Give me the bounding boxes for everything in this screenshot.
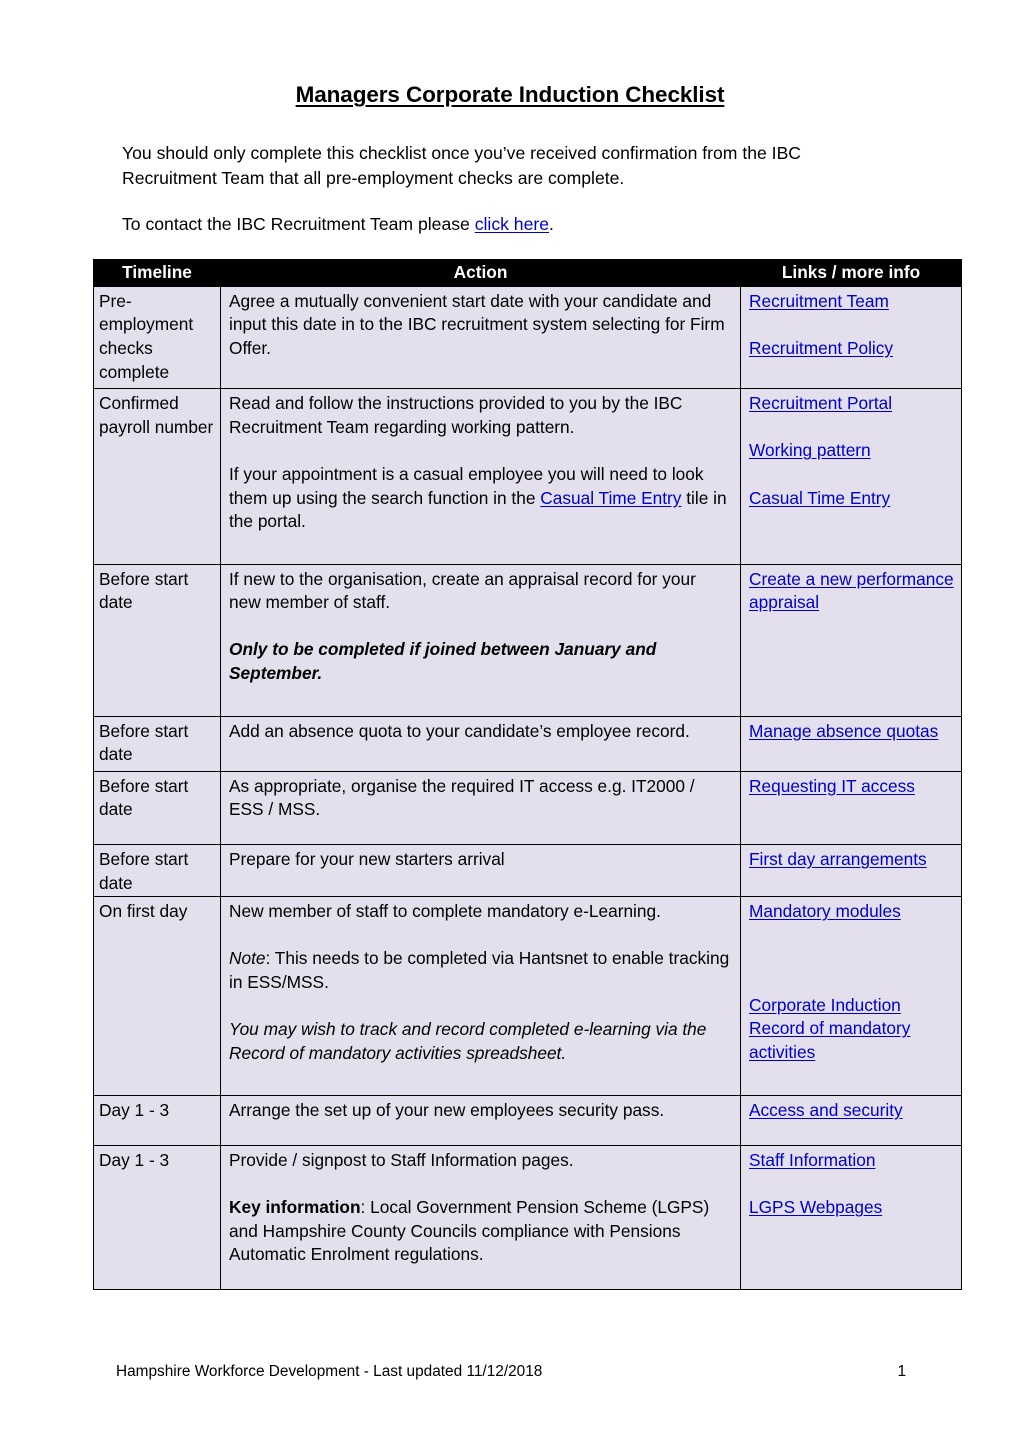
cell-timeline: Before start date [93, 563, 221, 717]
action-paragraph: Add an absence quota to your candidate’s… [229, 720, 690, 741]
link-first-day-arrangements[interactable]: First day arrangements [749, 848, 955, 872]
link-working-pattern[interactable]: Working pattern [749, 439, 955, 463]
cell-action: Agree a mutually convenient start date w… [220, 285, 741, 390]
cell-action: Provide / signpost to Staff Information … [220, 1144, 741, 1290]
cell-timeline: Day 1 - 3 [93, 1095, 221, 1146]
cell-action: Read and follow the instructions provide… [220, 388, 741, 565]
table-row: Day 1 - 3 Provide / signpost to Staff In… [93, 1144, 962, 1290]
link-mandatory-modules[interactable]: Mandatory modules [749, 900, 955, 924]
action-note-text: : This needs to be completed via Hantsne… [229, 948, 730, 992]
action-paragraph: Arrange the set up of your new employees… [229, 1100, 665, 1121]
action-key-information-label: Key information [229, 1197, 361, 1218]
action-paragraph-emphasis: You may wish to track and record complet… [229, 1019, 707, 1063]
cell-links: First day arrangements [740, 844, 962, 898]
link-manage-absence-quotas[interactable]: Manage absence quotas [749, 720, 955, 744]
intro-text-1: You should only complete this checklist … [122, 143, 802, 188]
action-paragraph: If your appointment is a casual employee… [229, 463, 732, 534]
action-note-label: Note [229, 948, 266, 969]
action-paragraph: Read and follow the instructions provide… [229, 393, 683, 437]
table-row: Before start date As appropriate, organi… [93, 770, 962, 846]
cell-action: New member of staff to complete mandator… [220, 896, 741, 1097]
cell-links: Access and security [740, 1095, 962, 1146]
intro-paragraph-2: To contact the IBC Recruitment Team plea… [122, 212, 892, 237]
column-header-links: Links / more info [740, 259, 962, 287]
cell-links: Recruitment Team Recruitment Policy [740, 285, 962, 390]
cell-timeline: Before start date [93, 844, 221, 898]
document-page: Managers Corporate Induction Checklist Y… [0, 0, 1020, 1443]
page-title: Managers Corporate Induction Checklist [0, 82, 1020, 108]
cell-links: Mandatory modules Corporate Induction Re… [740, 896, 962, 1097]
action-paragraph: Provide / signpost to Staff Information … [229, 1149, 574, 1170]
link-create-performance-appraisal[interactable]: Create a new performance appraisal [749, 568, 955, 615]
link-staff-information[interactable]: Staff Information [749, 1149, 955, 1173]
intro-text-2-suffix: . [549, 214, 554, 234]
cell-timeline: Day 1 - 3 [93, 1144, 221, 1290]
link-recruitment-team[interactable]: Recruitment Team [749, 290, 955, 314]
cell-links: Create a new performance appraisal [740, 563, 962, 717]
inline-link-casual-time-entry[interactable]: Casual Time Entry [540, 488, 681, 508]
intro-text-2-prefix: To contact the IBC Recruitment Team plea… [122, 214, 475, 234]
cell-timeline: Pre-employment checks complete [93, 285, 221, 390]
footer-text: Hampshire Workforce Development - Last u… [116, 1363, 543, 1380]
link-recruitment-policy[interactable]: Recruitment Policy [749, 337, 955, 361]
cell-timeline: On first day [93, 896, 221, 1097]
action-paragraph: If new to the organisation, create an ap… [229, 568, 696, 613]
cell-timeline: Confirmed payroll number [93, 388, 221, 565]
cell-action: If new to the organisation, create an ap… [220, 563, 741, 717]
cell-timeline: Before start date [93, 770, 221, 846]
cell-links: Manage absence quotas [740, 715, 962, 772]
action-paragraph: Key information: Local Government Pensio… [229, 1196, 732, 1267]
table-row: Confirmed payroll number Read and follow… [93, 388, 962, 565]
action-paragraph: Note: This needs to be completed via Han… [229, 947, 732, 994]
cell-action: Arrange the set up of your new employees… [220, 1095, 741, 1146]
action-paragraph: As appropriate, organise the required IT… [229, 775, 695, 820]
cell-action: Add an absence quota to your candidate’s… [220, 715, 741, 772]
link-requesting-it-access[interactable]: Requesting IT access [749, 775, 955, 799]
cell-action: As appropriate, organise the required IT… [220, 770, 741, 846]
action-paragraph: Agree a mutually convenient start date w… [229, 290, 725, 358]
column-header-timeline: Timeline [93, 259, 221, 287]
table-row: On first day New member of staff to comp… [93, 896, 962, 1097]
link-corporate-induction-record[interactable]: Corporate Induction Record of mandatory … [749, 994, 955, 1065]
link-lgps-webpages[interactable]: LGPS Webpages [749, 1196, 955, 1220]
table-header-row: Timeline Action Links / more info [93, 259, 962, 287]
table-row: Pre-employment checks complete Agree a m… [93, 285, 962, 390]
cell-action: Prepare for your new starters arrival [220, 844, 741, 898]
intro-paragraph-1: You should only complete this checklist … [122, 141, 892, 191]
table-row: Before start date If new to the organisa… [93, 563, 962, 717]
page-footer: Hampshire Workforce Development - Last u… [116, 1362, 906, 1382]
link-access-and-security[interactable]: Access and security [749, 1099, 955, 1123]
action-paragraph-emphasis: Only to be completed if joined between J… [229, 639, 657, 684]
table-row: Before start date Add an absence quota t… [93, 715, 962, 772]
action-paragraph: Prepare for your new starters arrival [229, 849, 505, 870]
cell-links: Staff Information LGPS Webpages [740, 1144, 962, 1290]
column-header-action: Action [220, 259, 741, 287]
table-row: Before start date Prepare for your new s… [93, 844, 962, 898]
page-title-text: Managers Corporate Induction Checklist [295, 82, 725, 107]
cell-timeline: Before start date [93, 715, 221, 772]
link-recruitment-portal[interactable]: Recruitment Portal [749, 392, 955, 416]
table-row: Day 1 - 3 Arrange the set up of your new… [93, 1095, 962, 1146]
cell-links: Recruitment Portal Working pattern Casua… [740, 388, 962, 565]
click-here-link[interactable]: click here [475, 214, 549, 234]
link-casual-time-entry[interactable]: Casual Time Entry [749, 487, 955, 511]
cell-links: Requesting IT access [740, 770, 962, 846]
action-paragraph: New member of staff to complete mandator… [229, 901, 661, 922]
page-number: 1 [897, 1363, 906, 1380]
induction-checklist-table: Timeline Action Links / more info Pre-em… [93, 259, 962, 1290]
